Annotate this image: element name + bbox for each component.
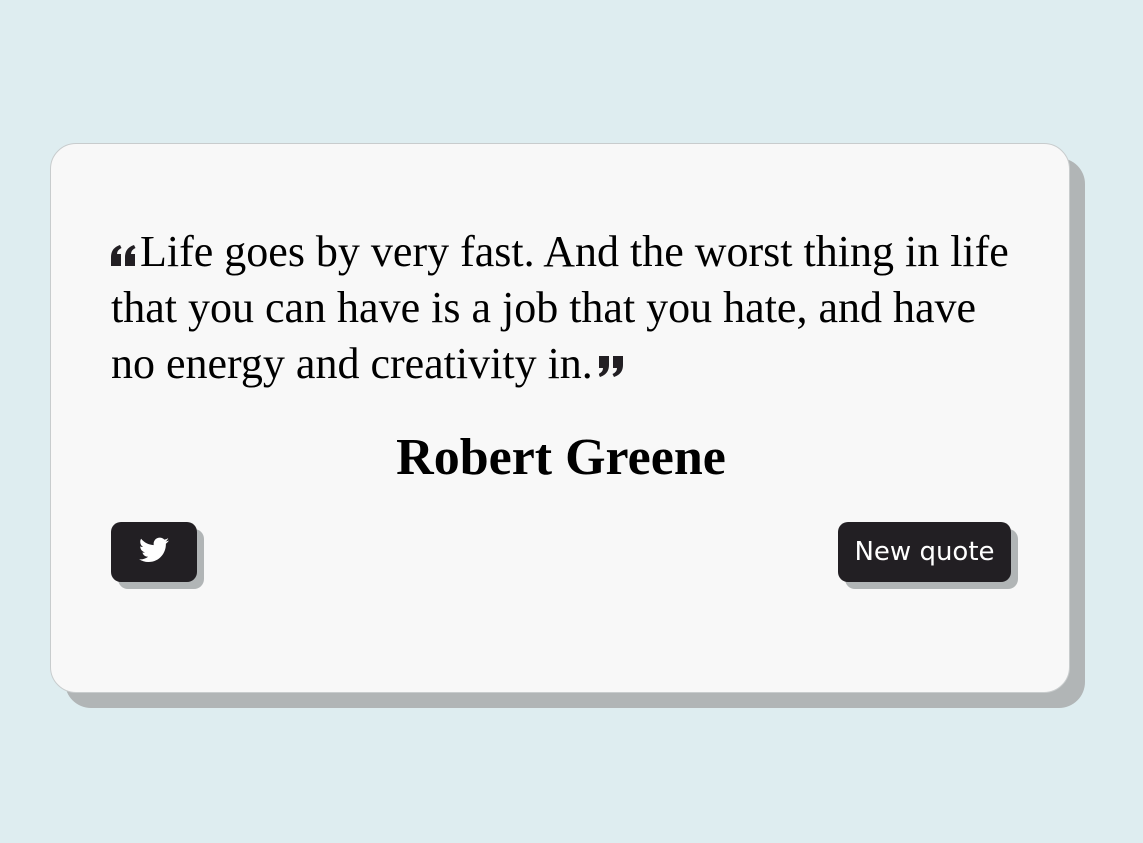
open-quote-icon xyxy=(111,244,136,266)
quote-author: Robert Greene xyxy=(396,429,726,486)
new-quote-button[interactable]: New quote xyxy=(838,522,1011,582)
close-quote-icon xyxy=(598,356,624,378)
quote-text-block: Life goes by very fast. And the worst th… xyxy=(111,224,1011,392)
twitter-icon xyxy=(139,537,169,568)
quote-card: Life goes by very fast. And the worst th… xyxy=(50,143,1070,693)
quote-text: Life goes by very fast. And the worst th… xyxy=(111,227,1009,388)
tweet-button[interactable] xyxy=(111,522,197,582)
